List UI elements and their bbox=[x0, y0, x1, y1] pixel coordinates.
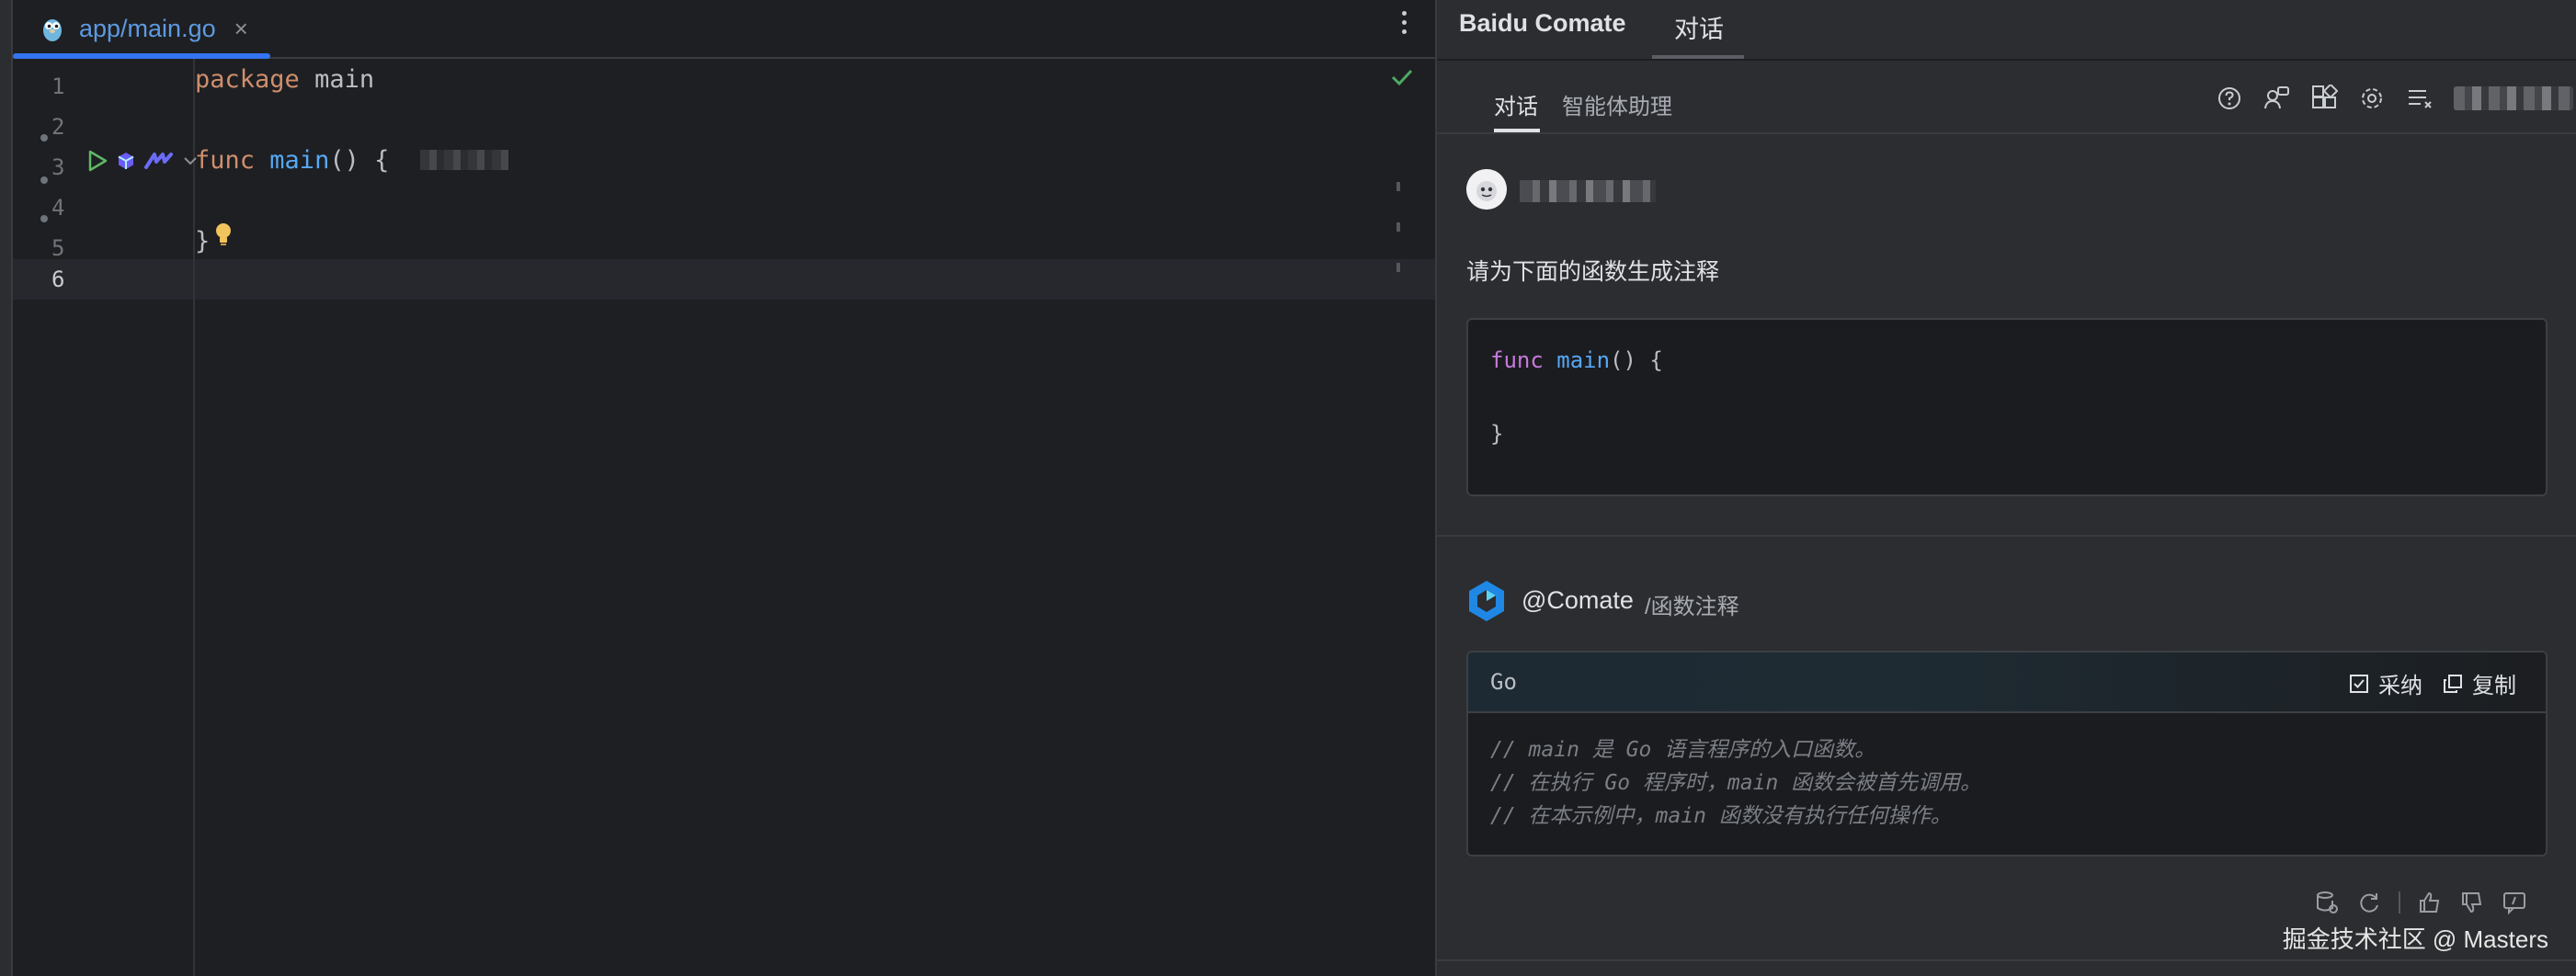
closing-brace: } bbox=[195, 226, 211, 255]
copy-button[interactable]: 复制 bbox=[2443, 667, 2516, 699]
tab-label: app/main.go bbox=[79, 14, 216, 42]
panel-title: Baidu Comate bbox=[1459, 9, 1626, 37]
panel-bottom-divider bbox=[1437, 959, 2576, 961]
tab-main-go[interactable]: app/main.go × bbox=[13, 0, 270, 59]
left-tool-strip bbox=[0, 0, 13, 976]
ide-window: app/main.go × 1 2 3 4 5 6 package main f… bbox=[0, 0, 2576, 976]
user-prompt: 请为下面的函数生成注释 bbox=[1466, 259, 1720, 285]
comment-line: // 在执行 Go 程序时，main 函数会被首先调用。 bbox=[1490, 771, 1982, 795]
tab-close-icon[interactable]: × bbox=[234, 15, 248, 43]
line-number-active: 6 bbox=[51, 267, 65, 292]
scrollbar-marker bbox=[1396, 263, 1400, 272]
sub-tab-bar: 对话 智能体助理 bbox=[1437, 61, 2576, 134]
answer-code-block: Go 采纳 复制 // main 是 Go 语言程序的入口函数。 // 在执行 … bbox=[1466, 651, 2548, 857]
code-editor: app/main.go × 1 2 3 4 5 6 package main f… bbox=[0, 0, 1435, 976]
feedback-toolbar bbox=[2314, 890, 2527, 915]
user-chat-icon[interactable] bbox=[2263, 85, 2290, 112]
no-problems-check-icon[interactable] bbox=[1390, 68, 1414, 86]
code-line: func main() { bbox=[195, 140, 1435, 180]
run-icon[interactable] bbox=[86, 149, 108, 173]
scrollbar-marker bbox=[1396, 222, 1400, 232]
fold-marker bbox=[40, 215, 48, 222]
keyword: package bbox=[195, 64, 300, 94]
editor-tab-bar: app/main.go × bbox=[13, 0, 1435, 59]
panel-header: Baidu Comate 对话 bbox=[1437, 0, 2576, 61]
line-number: 3 bbox=[51, 154, 65, 180]
thumbs-up-icon[interactable] bbox=[2417, 890, 2443, 915]
copy-label: 复制 bbox=[2472, 674, 2516, 698]
line-number: 1 bbox=[51, 74, 65, 99]
lightbulb-icon[interactable] bbox=[213, 221, 234, 248]
top-tab-indicator bbox=[1652, 55, 1744, 59]
keyword: func bbox=[195, 145, 256, 175]
keyword: func bbox=[1490, 347, 1544, 373]
message-divider bbox=[1437, 535, 2576, 537]
code-line: } bbox=[195, 221, 1435, 261]
punctuation: () { bbox=[329, 145, 390, 175]
tab-chat-top[interactable]: 对话 bbox=[1674, 9, 1724, 45]
blurred-username bbox=[2454, 86, 2573, 110]
scrollbar-marker bbox=[1396, 182, 1400, 191]
plugins-icon[interactable] bbox=[2310, 85, 2338, 112]
gear-icon[interactable] bbox=[2358, 85, 2386, 112]
blurred-inline-hint bbox=[420, 150, 509, 170]
line-number: 4 bbox=[51, 195, 65, 221]
package-name: main bbox=[314, 64, 375, 94]
user-avatar bbox=[1466, 169, 1507, 210]
copy-icon bbox=[2444, 674, 2462, 693]
run-gutter-icons bbox=[86, 149, 199, 173]
panel-toolbar bbox=[2217, 85, 2573, 112]
help-icon[interactable] bbox=[2217, 85, 2242, 111]
function-name: main bbox=[269, 145, 330, 175]
watermark: 掘金技术社区 @ Masters bbox=[2282, 925, 2548, 953]
accept-label: 采纳 bbox=[2378, 674, 2422, 698]
cube-icon[interactable] bbox=[116, 151, 136, 171]
line-gutter: 1 2 3 4 5 6 bbox=[13, 59, 197, 976]
sub-tab-indicator bbox=[1494, 129, 1540, 132]
fold-marker bbox=[40, 134, 48, 142]
database-icon[interactable] bbox=[2314, 890, 2340, 915]
punctuation: () { bbox=[1610, 347, 1663, 373]
comate-code-icon[interactable] bbox=[143, 151, 175, 171]
go-gopher-icon bbox=[43, 19, 62, 41]
accept-check-icon bbox=[2350, 674, 2368, 693]
comment-line: // 在本示例中，main 函数没有执行任何操作。 bbox=[1490, 804, 1952, 828]
code-block-header: Go 采纳 复制 bbox=[1468, 653, 2546, 713]
regenerate-icon[interactable] bbox=[2356, 890, 2382, 915]
user-code-block: func main() { } bbox=[1466, 318, 2548, 496]
more-options-icon[interactable] bbox=[1385, 4, 1422, 40]
fold-marker bbox=[40, 176, 48, 184]
tab-chat[interactable]: 对话 bbox=[1494, 88, 1538, 120]
toolbar-divider bbox=[2399, 891, 2400, 914]
accept-button[interactable]: 采纳 bbox=[2349, 667, 2422, 699]
closing-brace: } bbox=[1490, 421, 1504, 447]
code-language: Go bbox=[1490, 669, 1517, 695]
assistant-name: @Comate bbox=[1522, 586, 1634, 614]
comate-panel: Baidu Comate 对话 对话 智能体助理 请为下面的函数生成注释 fun… bbox=[1435, 0, 2576, 976]
code-lines[interactable]: package main func main() { } bbox=[195, 59, 1435, 976]
history-list-icon[interactable] bbox=[2406, 85, 2434, 112]
tab-agent-assistant[interactable]: 智能体助理 bbox=[1562, 88, 1672, 120]
assistant-command: /函数注释 bbox=[1645, 595, 1739, 619]
blurred-user-name bbox=[1520, 180, 1656, 202]
thumbs-down-icon[interactable] bbox=[2459, 890, 2485, 915]
feedback-icon[interactable] bbox=[2502, 890, 2527, 915]
comate-logo-icon bbox=[1469, 581, 1504, 621]
code-line: package main bbox=[195, 59, 1435, 99]
line-number: 2 bbox=[51, 114, 65, 140]
answer-code[interactable]: // main 是 Go 语言程序的入口函数。 // 在执行 Go 程序时，ma… bbox=[1468, 713, 2546, 853]
function-name: main bbox=[1556, 347, 1611, 373]
comment-line: // main 是 Go 语言程序的入口函数。 bbox=[1490, 738, 1876, 762]
